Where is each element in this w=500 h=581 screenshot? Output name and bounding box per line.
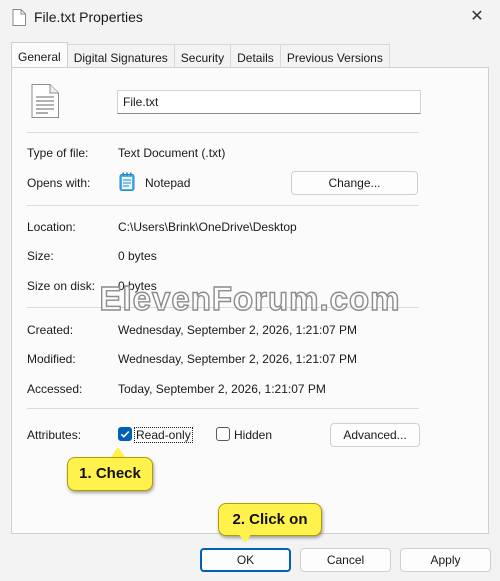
callout-click-pointer — [238, 533, 252, 543]
size-label: Size: — [27, 249, 54, 263]
tab-security[interactable]: Security — [173, 44, 232, 67]
file-name-input[interactable]: File.txt — [117, 90, 421, 114]
separator — [27, 408, 419, 409]
advanced-button[interactable]: Advanced... — [330, 423, 420, 447]
tab-previous-versions[interactable]: Previous Versions — [279, 44, 390, 67]
watermark: ElevenForum.com — [99, 279, 401, 317]
callout-click: 2. Click on — [218, 503, 322, 536]
modified-value: Wednesday, September 2, 2026, 1:21:07 PM — [118, 352, 358, 366]
opens-with-value: Notepad — [145, 176, 191, 190]
tab-bar: General Digital Signatures Security Deta… — [11, 42, 390, 67]
type-of-file-label: Type of file: — [27, 146, 89, 160]
cancel-button[interactable]: Cancel — [300, 548, 391, 572]
title-file-icon — [12, 9, 26, 26]
ok-button[interactable]: OK — [200, 548, 291, 572]
accessed-label: Accessed: — [27, 382, 83, 396]
callout-check-pointer — [111, 447, 125, 457]
location-label: Location: — [27, 220, 76, 234]
hidden-label[interactable]: Hidden — [234, 428, 272, 442]
notepad-icon — [119, 172, 135, 191]
created-label: Created: — [27, 323, 74, 337]
text-file-icon — [31, 84, 59, 118]
opens-with-label: Opens with: — [27, 176, 91, 190]
tab-details[interactable]: Details — [230, 44, 281, 67]
location-value: C:\Users\Brink\OneDrive\Desktop — [118, 220, 297, 234]
callout-check: 1. Check — [67, 457, 153, 491]
checkmark-icon — [120, 430, 130, 438]
change-button-label: Change... — [328, 176, 381, 190]
type-of-file-value: Text Document (.txt) — [118, 146, 226, 160]
advanced-button-label: Advanced... — [343, 428, 407, 442]
hidden-checkbox[interactable] — [216, 427, 230, 441]
readonly-label[interactable]: Read-only — [134, 427, 193, 443]
window-title: File.txt Properties — [34, 9, 143, 25]
apply-button-label: Apply — [430, 553, 461, 567]
tab-general[interactable]: General — [11, 42, 68, 67]
separator — [27, 205, 419, 206]
readonly-checkbox[interactable] — [118, 427, 132, 441]
ok-button-label: OK — [236, 553, 255, 567]
tab-digital-signatures[interactable]: Digital Signatures — [66, 44, 175, 67]
change-button[interactable]: Change... — [291, 171, 418, 195]
size-value: 0 bytes — [118, 249, 157, 263]
apply-button[interactable]: Apply — [400, 548, 491, 572]
cancel-button-label: Cancel — [326, 553, 365, 567]
attributes-label: Attributes: — [27, 428, 82, 442]
accessed-value: Today, September 2, 2026, 1:21:07 PM — [118, 382, 326, 396]
created-value: Wednesday, September 2, 2026, 1:21:07 PM — [118, 323, 358, 337]
separator — [27, 132, 419, 133]
modified-label: Modified: — [27, 352, 76, 366]
close-icon[interactable]: ✕ — [466, 6, 488, 28]
